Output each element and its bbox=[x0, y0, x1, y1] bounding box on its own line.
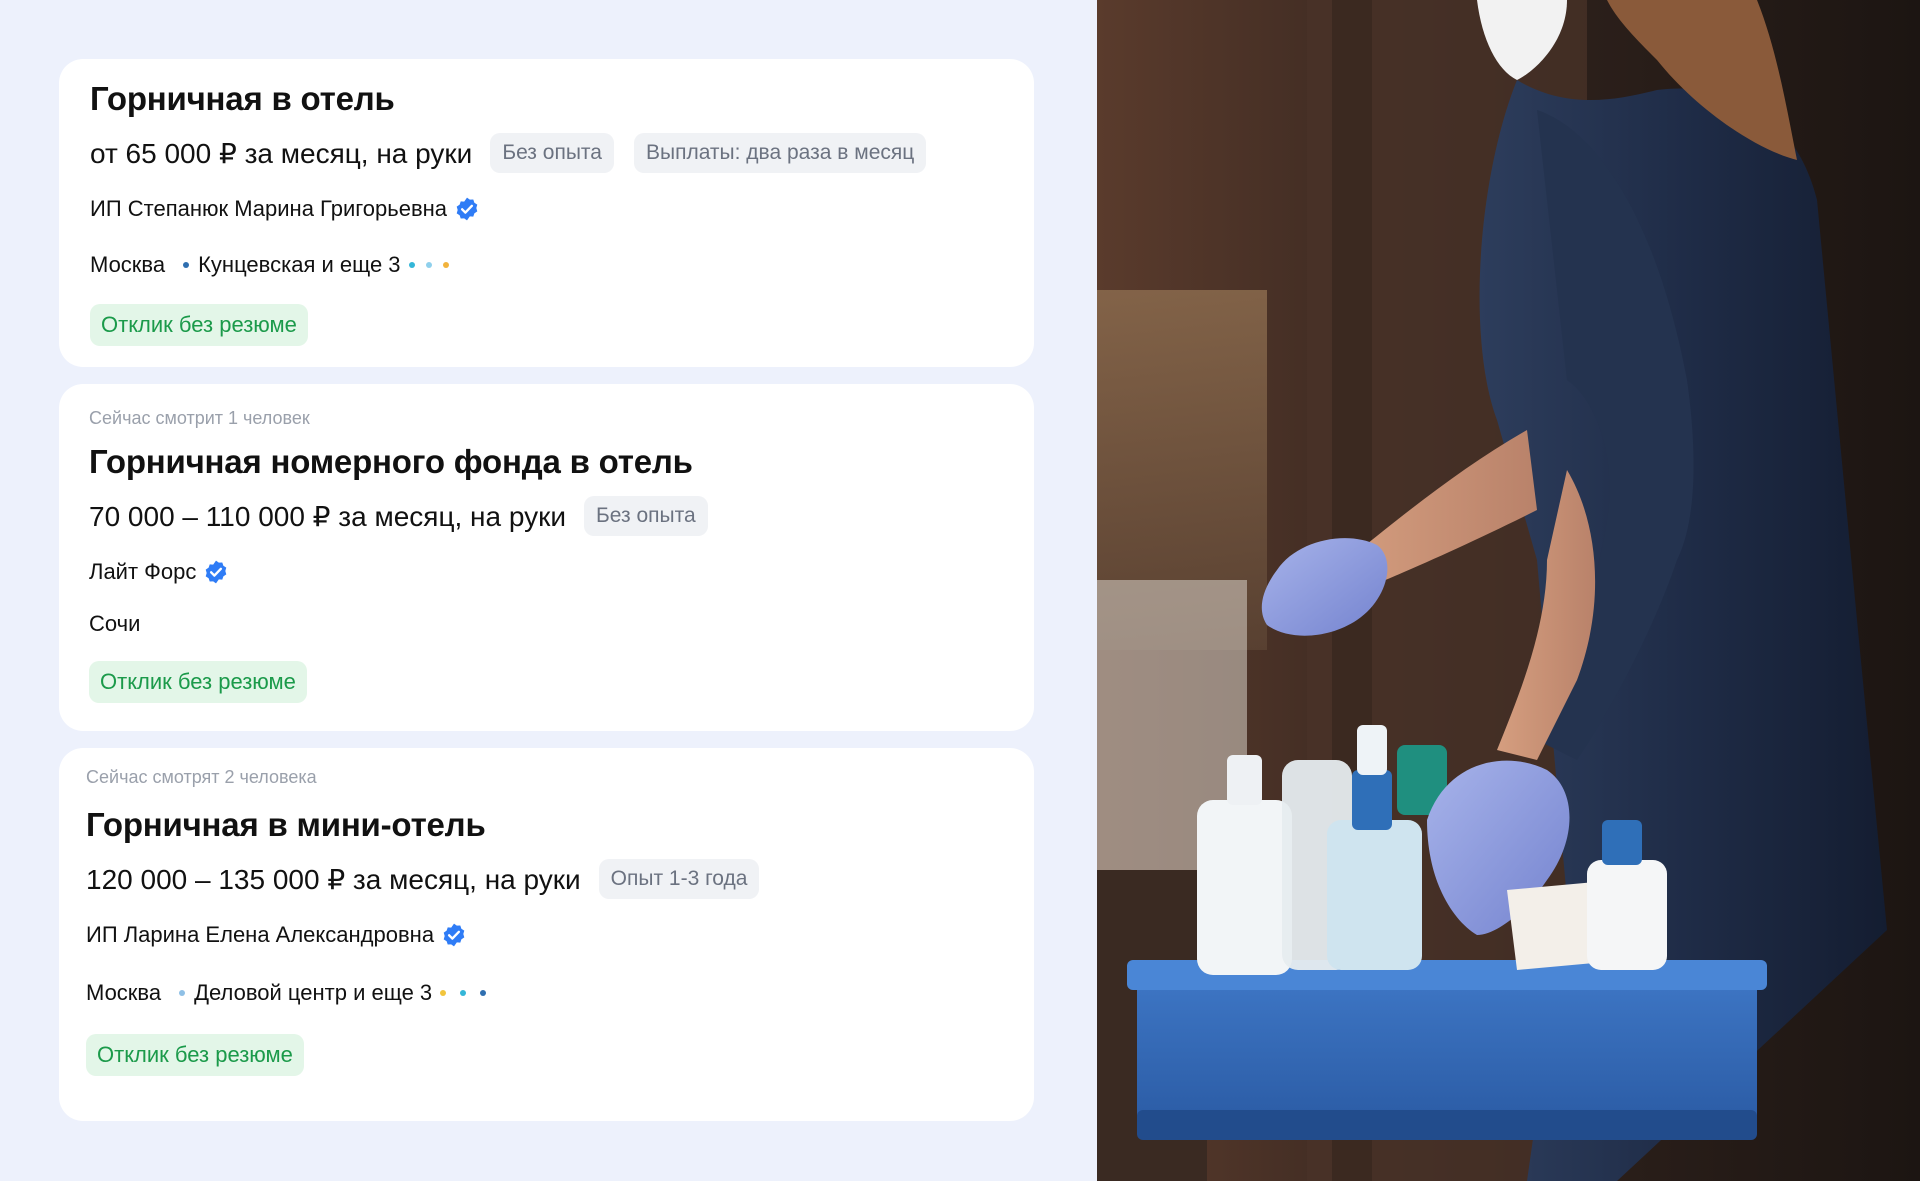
metro-dot bbox=[408, 262, 415, 268]
housekeeper-photo bbox=[1097, 0, 1920, 1181]
metro-dot bbox=[480, 990, 487, 996]
apply-without-resume-button[interactable]: Отклик без резюме bbox=[89, 661, 307, 703]
metro-station: Деловой центр и еще 3 bbox=[194, 980, 433, 1005]
vacancy-card[interactable]: Горничная в отель от 65 000 ₽ за месяц, … bbox=[59, 59, 1034, 367]
housekeeper-illustration bbox=[1097, 0, 1920, 1181]
experience-chip: Без опыта bbox=[584, 496, 708, 536]
viewers-count: Сейчас смотрят 2 человека bbox=[86, 767, 317, 787]
verified-icon bbox=[443, 923, 465, 947]
city: Сочи bbox=[89, 611, 141, 636]
metro-dot bbox=[442, 262, 449, 268]
salary: 70 000 – 110 000 ₽ за месяц, на руки bbox=[89, 500, 567, 532]
vacancy-card[interactable]: Сейчас смотрят 2 человека Горничная в ми… bbox=[59, 748, 1034, 1121]
company-name[interactable]: ИП Ларина Елена Александровна bbox=[86, 922, 434, 948]
city: Москва bbox=[90, 252, 166, 277]
location-row: Сочи bbox=[89, 609, 1004, 639]
vacancy-title[interactable]: Горничная в мини-отель bbox=[86, 803, 1007, 847]
metro-dot bbox=[179, 990, 186, 996]
salary-row: 120 000 – 135 000 ₽ за месяц, на руки Оп… bbox=[86, 857, 1007, 901]
company-row: Лайт Форс bbox=[89, 557, 1004, 587]
company-row: ИП Степанюк Марина Григорьевна bbox=[90, 194, 1003, 224]
company-row: ИП Ларина Елена Александровна bbox=[86, 920, 1007, 950]
salary-row: 70 000 – 110 000 ₽ за месяц, на руки Без… bbox=[89, 494, 1004, 538]
apply-without-resume-button[interactable]: Отклик без резюме bbox=[86, 1034, 304, 1076]
payout-chip: Выплаты: два раза в месяц bbox=[633, 133, 927, 173]
vacancy-title[interactable]: Горничная в отель bbox=[90, 77, 1003, 121]
vacancy-list-panel: Горничная в отель от 65 000 ₽ за месяц, … bbox=[0, 0, 1097, 1181]
location-row: Москва Кунцевская и еще 3 bbox=[90, 250, 1003, 280]
verified-icon bbox=[206, 560, 227, 584]
salary-row: от 65 000 ₽ за месяц, на руки Без опыта … bbox=[90, 131, 1003, 175]
viewers-count: Сейчас смотрит 1 человек bbox=[89, 408, 310, 428]
city: Москва bbox=[86, 980, 162, 1005]
salary: от 65 000 ₽ за месяц, на руки bbox=[90, 137, 473, 169]
metro-station: Кунцевская и еще 3 bbox=[198, 252, 401, 277]
company-name[interactable]: ИП Степанюк Марина Григорьевна bbox=[90, 196, 447, 222]
salary: 120 000 – 135 000 ₽ за месяц, на руки bbox=[86, 863, 581, 895]
apply-without-resume-button[interactable]: Отклик без резюме bbox=[90, 304, 308, 346]
metro-dot bbox=[183, 262, 190, 268]
verified-icon bbox=[456, 197, 478, 221]
metro-dot bbox=[440, 990, 447, 996]
location-row: Москва Деловой центр и еще 3 bbox=[86, 978, 1007, 1008]
experience-chip: Без опыта bbox=[490, 133, 614, 173]
metro-dot bbox=[425, 262, 432, 268]
vacancy-card[interactable]: Сейчас смотрит 1 человек Горничная номер… bbox=[59, 384, 1034, 731]
metro-dot bbox=[460, 990, 467, 996]
vacancy-title[interactable]: Горничная номерного фонда в отель bbox=[89, 440, 1004, 484]
experience-chip: Опыт 1-3 года bbox=[598, 859, 760, 899]
company-name[interactable]: Лайт Форс bbox=[89, 559, 196, 585]
